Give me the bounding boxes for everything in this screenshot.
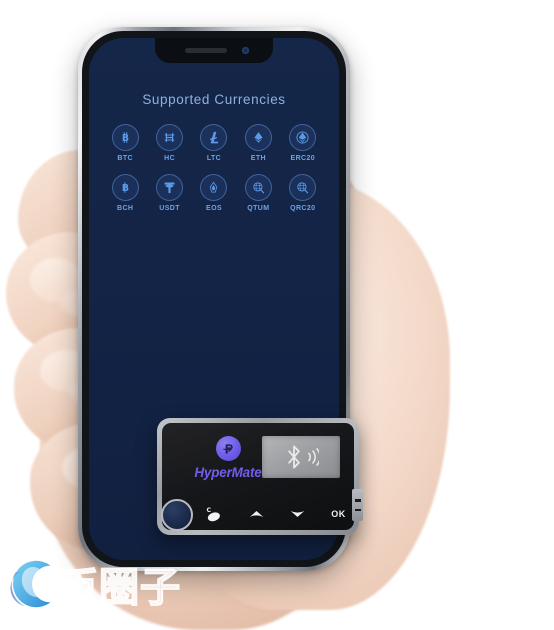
currency-label: QTUM: [247, 205, 270, 212]
qtum-icon: [244, 174, 272, 201]
qrc20-icon: [289, 174, 317, 201]
chevron-up-icon: [250, 511, 264, 517]
currency-grid: B BTC HC LTC ETH ERC20 B BCH USDT EOS QT…: [103, 124, 325, 212]
up-button[interactable]: [249, 506, 264, 522]
watermark: 币圈子: [2, 553, 181, 615]
erc20-icon: [289, 124, 317, 151]
bitcoin-cash-icon: B: [111, 174, 139, 201]
currency-item-bch[interactable]: B BCH: [103, 174, 147, 212]
svg-text:B: B: [122, 133, 129, 144]
currency-item-qrc20[interactable]: QRC20: [281, 174, 325, 212]
currency-label: BCH: [117, 205, 134, 212]
phone-notch: [155, 38, 273, 63]
currency-label: LTC: [206, 155, 222, 162]
svg-text:C: C: [207, 507, 212, 514]
currency-item-eth[interactable]: ETH: [236, 124, 280, 162]
connector-port: [352, 489, 363, 521]
currency-label: QRC20: [290, 205, 316, 212]
tether-icon: [156, 174, 184, 201]
bitcoin-icon: B: [111, 124, 139, 151]
currency-label: BTC: [117, 155, 133, 162]
currency-label: EOS: [206, 205, 222, 212]
hypermate-hardware-wallet[interactable]: HyperMate C OK: [157, 418, 363, 535]
watermark-text: 币圈子: [57, 564, 181, 612]
device-lcd-screen: [262, 436, 340, 478]
hypermate-logo: HyperMate: [184, 436, 272, 480]
currency-label: HC: [164, 155, 176, 162]
hypercash-icon: [156, 124, 184, 151]
bluetooth-icon: [287, 445, 300, 469]
currency-label: ERC20: [290, 155, 316, 162]
power-button[interactable]: C: [204, 506, 223, 522]
circle-swirl-logo: [10, 560, 51, 608]
currency-item-qtum[interactable]: QTUM: [236, 174, 280, 212]
page-title: Supported Currencies: [142, 92, 286, 107]
svg-text:B: B: [122, 183, 129, 194]
ethereum-icon: [244, 124, 272, 151]
litecoin-icon: [200, 124, 228, 151]
hypermate-mark-icon: [215, 436, 241, 461]
currency-item-usdt[interactable]: USDT: [147, 174, 191, 212]
currency-label: USDT: [159, 205, 180, 212]
down-button[interactable]: [290, 506, 305, 522]
currency-item-erc20[interactable]: ERC20: [281, 124, 325, 162]
scene: Supported Currencies B BTC HC LTC ETH ER…: [0, 0, 554, 630]
currency-label: ETH: [250, 155, 266, 162]
currency-item-hc[interactable]: HC: [147, 124, 191, 162]
earpiece-speaker-icon: [185, 48, 227, 53]
currency-item-eos[interactable]: EOS: [192, 174, 236, 212]
hypermate-wordmark: HyperMate: [194, 465, 262, 480]
scroll-wheel-knob[interactable]: [161, 499, 193, 531]
chevron-down-icon: [291, 511, 305, 517]
eos-icon: [200, 174, 228, 201]
signal-waves-icon: [307, 448, 319, 466]
ok-button[interactable]: OK: [331, 506, 346, 522]
currency-item-btc[interactable]: B BTC: [103, 124, 147, 162]
front-camera-icon: [242, 47, 249, 54]
currency-item-ltc[interactable]: LTC: [192, 124, 236, 162]
power-leaf-icon: C: [207, 507, 221, 521]
